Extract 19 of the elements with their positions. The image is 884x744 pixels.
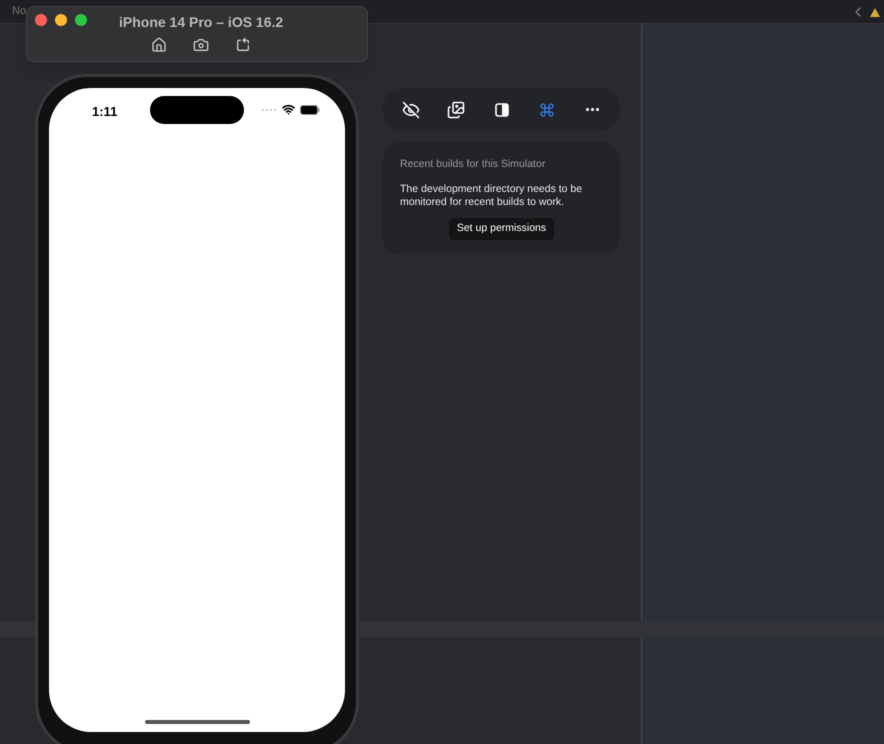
scheme-label: No: [11, 4, 26, 20]
wifi-icon: [282, 103, 295, 116]
home-icon[interactable]: [151, 37, 167, 53]
warning-icon: [870, 6, 880, 16]
zoom-button[interactable]: [75, 14, 87, 26]
more-icon: [586, 108, 598, 111]
rotate-icon[interactable]: [235, 37, 251, 53]
set-up-permissions-button[interactable]: Set up permissions: [448, 218, 554, 240]
panel-icon: [494, 102, 508, 116]
close-button[interactable]: [35, 14, 47, 26]
card-title: Recent builds for this Simulator: [400, 157, 546, 172]
eye-slash-icon: [402, 100, 420, 118]
command-key-icon: [538, 102, 555, 118]
signal-icon: [261, 108, 277, 112]
window-title: iPhone 14 Pro – iOS 16.2: [119, 13, 284, 32]
battery-icon: [300, 104, 320, 114]
minimize-button[interactable]: [55, 14, 67, 26]
card-message: The development directory needs to be monitored for recent builds to work.: [400, 182, 584, 209]
status-time: 1:11: [92, 103, 118, 121]
